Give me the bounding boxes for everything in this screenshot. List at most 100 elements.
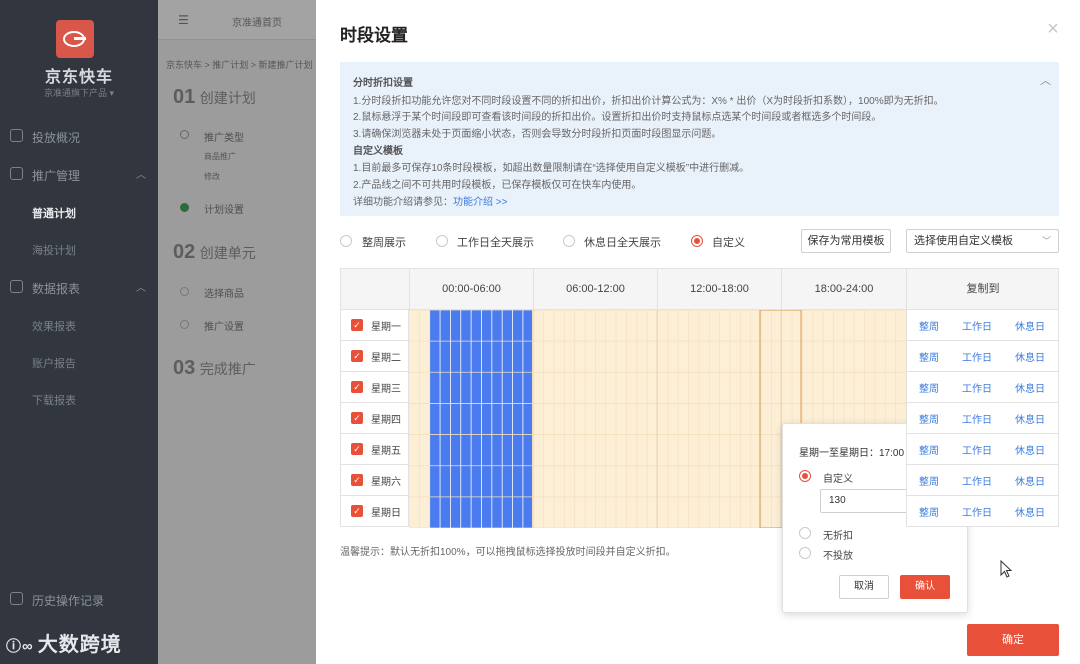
step-label: 创建计划 — [199, 90, 256, 106]
copy-whole-week-link[interactable]: 整周 — [919, 318, 939, 333]
checkbox-checked-icon[interactable]: ✓ — [351, 412, 363, 424]
history-icon — [10, 592, 23, 605]
copy-workday-link[interactable]: 工作日 — [962, 349, 992, 364]
radio-label[interactable]: 工作日全天展示 — [457, 234, 534, 250]
copy-workday-link[interactable]: 工作日 — [962, 318, 992, 333]
copy-workday-link[interactable]: 工作日 — [962, 380, 992, 395]
step-item-select-product: 选择商品 — [204, 289, 244, 300]
monitor-icon — [10, 129, 23, 142]
dialog-title: 时段设置 — [340, 26, 408, 45]
sidebar-sub-normal-plan[interactable]: 普通计划 — [32, 205, 76, 221]
sidebar-item-label: 数据报表 — [32, 282, 81, 296]
brand-subtitle[interactable]: 京准通旗下产品 ▾ — [0, 86, 158, 99]
watermark-text: 大数跨境 — [37, 634, 122, 656]
day-label: 星期五 — [371, 446, 401, 457]
checkbox-checked-icon[interactable]: ✓ — [351, 350, 363, 362]
radio-label[interactable]: 整周展示 — [362, 234, 406, 250]
column-header: 12:00-18:00 — [657, 269, 781, 309]
popover-cancel-button[interactable]: 取消 — [839, 575, 889, 599]
radio-popover-custom[interactable] — [799, 470, 811, 482]
popover-ok-button[interactable]: 确认 — [900, 575, 950, 599]
step-item-type-value: 商品推广 — [204, 152, 236, 161]
checkbox-checked-icon[interactable]: ✓ — [351, 319, 363, 331]
copy-weekend-link[interactable]: 休息日 — [1015, 380, 1045, 395]
confirm-button[interactable]: 确定 — [967, 624, 1059, 656]
column-header: 复制到 — [906, 269, 1059, 309]
top-nav-home[interactable]: 京准通首页 — [232, 14, 282, 29]
copy-whole-week-link[interactable]: 整周 — [919, 504, 939, 519]
sidebar-sub-account-report[interactable]: 账户报告 — [32, 355, 76, 371]
radio-label[interactable]: 自定义 — [712, 234, 745, 250]
step-modify-link[interactable]: 修改 — [204, 171, 220, 182]
radio-whole-week[interactable] — [340, 235, 352, 247]
info-line: 2.鼠标悬浮于某个时间段即可查看该时间段的折扣出价。设置折扣出价时支持鼠标点选某… — [353, 112, 882, 123]
kuaiche-logo — [56, 20, 94, 58]
copy-weekend-link[interactable]: 休息日 — [1015, 473, 1045, 488]
copy-whole-week-link[interactable]: 整周 — [919, 411, 939, 426]
step-label: 完成推广 — [199, 361, 256, 377]
chevron-down-icon: ﹀ — [1041, 236, 1051, 246]
selected-slot-block[interactable] — [430, 310, 532, 528]
copy-workday-link[interactable]: 工作日 — [962, 504, 992, 519]
copy-workday-link[interactable]: 工作日 — [962, 411, 992, 426]
copy-whole-week-link[interactable]: 整周 — [919, 380, 939, 395]
sidebar-sub-download-report[interactable]: 下载报表 — [32, 392, 76, 408]
day-row-label: ✓ 星期三 — [340, 372, 409, 403]
close-icon[interactable]: × — [1044, 19, 1062, 39]
template-select[interactable]: 选择使用自定义模板 ﹀ — [906, 229, 1059, 253]
watermark-logo-icon: ⓘ∞ — [6, 638, 34, 655]
copy-weekend-link[interactable]: 休息日 — [1015, 442, 1045, 457]
feature-intro-link[interactable]: 功能介绍 >> — [453, 197, 507, 208]
copy-whole-week-link[interactable]: 整周 — [919, 473, 939, 488]
copy-to-cell: 整周 工作日 休息日 — [906, 434, 1059, 465]
checkbox-checked-icon[interactable]: ✓ — [351, 381, 363, 393]
sidebar-item-overview[interactable]: 投放概况 — [0, 127, 158, 147]
radio-label[interactable]: 不投放 — [823, 547, 853, 562]
step-check-icon — [180, 130, 189, 139]
sidebar-sub-mass-plan[interactable]: 海投计划 — [32, 242, 76, 258]
menu-icon[interactable]: ☰ — [178, 13, 189, 27]
sidebar-item-promotion[interactable]: 推广管理 ︿ — [0, 165, 158, 185]
step-item-type: 推广类型 — [204, 133, 244, 144]
column-header: 18:00-24:00 — [781, 269, 906, 309]
sidebar-item-history[interactable]: 历史操作记录 — [0, 590, 158, 610]
radio-label[interactable]: 自定义 — [823, 470, 853, 485]
radio-custom[interactable] — [691, 235, 703, 247]
background-page-overlay: ☰ 京准通首页 京东快车 > 推广计划 > 新建推广计划 01 创建计划 推广类… — [158, 0, 316, 664]
mouse-cursor-icon — [1000, 560, 1013, 578]
copy-workday-link[interactable]: 工作日 — [962, 442, 992, 457]
day-row-label: ✓ 星期五 — [340, 434, 409, 465]
sidebar-sub-effect-report[interactable]: 效果报表 — [32, 318, 76, 334]
copy-workday-link[interactable]: 工作日 — [962, 473, 992, 488]
copy-weekend-link[interactable]: 休息日 — [1015, 411, 1045, 426]
radio-label[interactable]: 休息日全天展示 — [584, 234, 661, 250]
step-item-plan-settings: 计划设置 — [204, 205, 244, 216]
radio-not-deliver[interactable] — [799, 547, 811, 559]
column-header: 06:00-12:00 — [533, 269, 657, 309]
radio-label[interactable]: 无折扣 — [823, 527, 853, 542]
copy-weekend-link[interactable]: 休息日 — [1015, 349, 1045, 364]
radio-no-discount[interactable] — [799, 527, 811, 539]
info-panel: 分时折扣设置 1.分时段折扣功能允许您对不同时段设置不同的折扣出价，折扣出价计算… — [340, 62, 1059, 216]
checkbox-checked-icon[interactable]: ✓ — [351, 474, 363, 486]
step-1: 01 创建计划 — [173, 86, 256, 109]
breadcrumb: 京东快车 > 推广计划 > 新建推广计划 — [166, 60, 313, 70]
checkbox-checked-icon[interactable]: ✓ — [351, 443, 363, 455]
checkbox-checked-icon[interactable]: ✓ — [351, 505, 363, 517]
save-template-button[interactable]: 保存为常用模板 — [801, 229, 891, 253]
copy-whole-week-link[interactable]: 整周 — [919, 349, 939, 364]
radio-weekend[interactable] — [563, 235, 575, 247]
day-label: 星期三 — [371, 384, 401, 395]
info-help-prefix: 详细功能介绍请参见： — [353, 197, 453, 208]
discount-input[interactable]: 130 — [820, 489, 913, 513]
collapse-chevron-icon[interactable]: ︿ — [1040, 72, 1051, 88]
copy-weekend-link[interactable]: 休息日 — [1015, 504, 1045, 519]
sidebar-item-reports[interactable]: 数据报表 ︿ — [0, 278, 158, 298]
step-active-dot — [180, 203, 189, 212]
info-line: 2.产品线之间不可共用时段模板，已保存模板仅可在快车内使用。 — [353, 180, 642, 191]
day-row-label: ✓ 星期四 — [340, 403, 409, 434]
copy-weekend-link[interactable]: 休息日 — [1015, 318, 1045, 333]
copy-whole-week-link[interactable]: 整周 — [919, 442, 939, 457]
copy-to-cell: 整周 工作日 休息日 — [906, 465, 1059, 496]
radio-workday[interactable] — [436, 235, 448, 247]
